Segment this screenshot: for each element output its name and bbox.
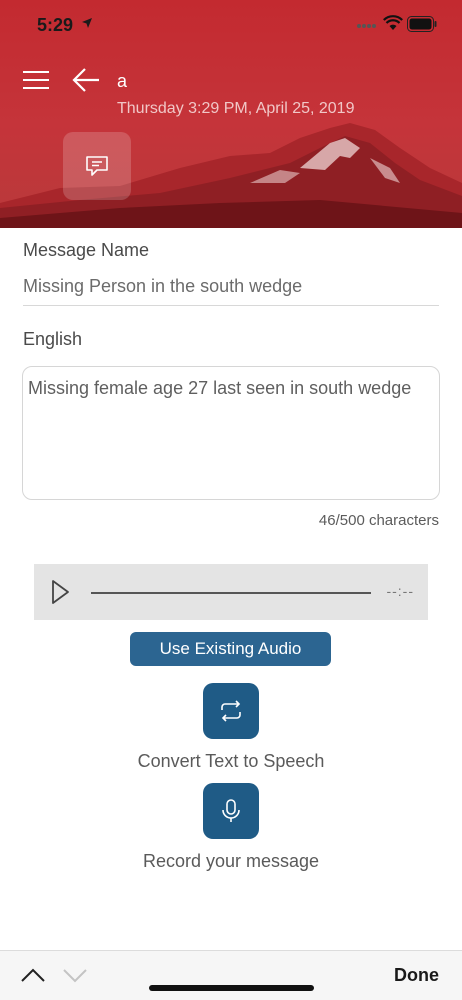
chevron-up-icon[interactable] (20, 966, 46, 984)
audio-player: --:-- (34, 564, 428, 620)
microphone-icon (222, 799, 240, 822)
message-name-input[interactable]: Missing Person in the south wedge (23, 276, 439, 306)
message-icon (86, 156, 108, 176)
use-existing-audio-button[interactable]: Use Existing Audio (130, 632, 331, 666)
battery-icon (407, 16, 437, 32)
record-message-label: Record your message (142, 851, 320, 871)
wifi-icon (383, 15, 403, 30)
location-arrow-icon (82, 18, 92, 28)
message-name-label: Message Name (23, 240, 150, 260)
message-text-area[interactable]: Missing female age 27 last seen in south… (22, 366, 440, 500)
status-bar: 5:29 (0, 0, 462, 50)
repeat-icon (221, 700, 241, 722)
signal-icon (357, 24, 376, 28)
done-button[interactable]: Done (394, 965, 439, 986)
message-timestamp: Thursday 3:29 PM, April 25, 2019 (117, 100, 355, 117)
character-count: 46/500 characters (318, 512, 439, 529)
language-label: English (23, 329, 83, 349)
audio-progress-bar[interactable] (91, 592, 371, 594)
home-indicator (149, 985, 314, 991)
message-type-button[interactable] (63, 132, 131, 200)
convert-text-to-speech-button[interactable] (203, 683, 259, 739)
chevron-down-icon[interactable] (62, 966, 88, 984)
record-message-button[interactable] (203, 783, 259, 839)
convert-text-to-speech-label: Convert Text to Speech (137, 751, 325, 771)
audio-duration: --:-- (386, 583, 414, 599)
keyboard-accessory-bar: Done (0, 950, 462, 1000)
page-title: a (117, 71, 128, 91)
status-time: 5:29 (37, 15, 74, 35)
play-icon[interactable] (51, 579, 71, 605)
header-banner: 5:29 a Thursday 3:29 PM, April 25, 2019 (0, 0, 462, 228)
menu-icon[interactable] (22, 68, 50, 92)
back-arrow-icon[interactable] (72, 66, 100, 94)
